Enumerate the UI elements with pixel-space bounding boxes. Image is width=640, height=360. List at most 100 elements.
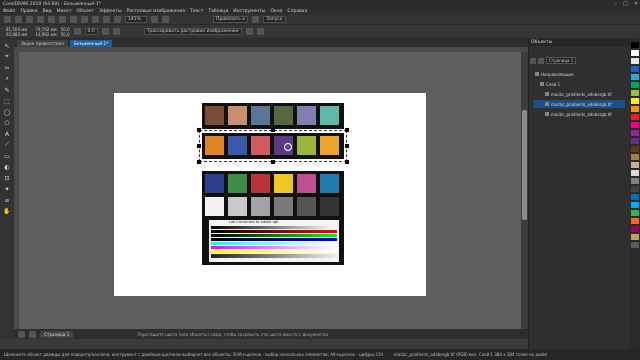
shape-tool-icon[interactable]: ⌖ — [3, 53, 11, 61]
y-position[interactable]: 93,883 мм — [6, 32, 27, 37]
palette-color-swatch[interactable] — [631, 162, 639, 168]
layer-item[interactable]: macbc_gradients_adobergb.tif — [533, 100, 625, 108]
prev-page-icon[interactable] — [29, 330, 36, 338]
height-field[interactable]: 14,992 мм — [35, 32, 56, 37]
palette-color-swatch[interactable] — [631, 242, 639, 248]
menu-edit[interactable]: Правка — [20, 9, 37, 14]
palette-color-swatch[interactable] — [631, 122, 639, 128]
scale-fields[interactable]: 50,0 50,0 — [61, 27, 70, 37]
size-fields[interactable]: 79,792 мм 14,992 мм — [35, 27, 56, 37]
shadow-tool-icon[interactable]: ▭ — [3, 152, 11, 160]
tab-untitled-document[interactable]: Безымянный-1* — [69, 40, 113, 47]
palette-color-swatch[interactable] — [631, 114, 639, 120]
smart-fill-tool-icon[interactable]: ⌀ — [3, 196, 11, 204]
pan-tool-icon[interactable]: ✋ — [3, 207, 11, 215]
selection-handle[interactable] — [345, 128, 349, 132]
layer-eye-icon[interactable] — [535, 72, 539, 76]
menu-layout[interactable]: Макет — [57, 9, 72, 14]
palette-color-swatch[interactable] — [631, 42, 639, 48]
interactive-fill-tool-icon[interactable]: ✦ — [3, 185, 11, 193]
mirror-vertical-icon[interactable] — [112, 28, 120, 35]
polygon-tool-icon[interactable]: ⬠ — [3, 119, 11, 127]
mirror-horizontal-icon[interactable] — [101, 28, 109, 35]
selection-handle[interactable] — [345, 144, 349, 148]
options-gear-icon[interactable] — [252, 16, 260, 23]
layer-eye-icon[interactable] — [545, 112, 549, 116]
palette-color-swatch[interactable] — [631, 74, 639, 80]
ellipse-tool-icon[interactable]: ◯ — [3, 108, 11, 116]
cut-icon[interactable] — [48, 16, 55, 23]
palette-color-swatch[interactable] — [631, 210, 639, 216]
crop-tool-icon[interactable]: ✂ — [3, 64, 11, 72]
vertical-scrollbar-thumb[interactable] — [522, 110, 527, 220]
layer-item[interactable]: Слой 1 — [533, 80, 625, 88]
position-fields[interactable]: 81,504 мм 93,883 мм — [6, 27, 27, 37]
trace-bitmap-button[interactable]: Трассировать растровое изображение — [143, 28, 242, 35]
rotation-angle-field[interactable]: 0,0 — [84, 28, 98, 35]
selection-handle[interactable] — [197, 144, 201, 148]
palette-color-swatch[interactable] — [631, 138, 639, 144]
undo-icon[interactable] — [81, 16, 88, 23]
maximize-button[interactable]: □ — [623, 1, 628, 7]
center-marker-icon[interactable] — [284, 143, 292, 151]
selection-handle[interactable] — [197, 128, 201, 132]
freehand-tool-icon[interactable]: ✎ — [3, 86, 11, 94]
layer-item[interactable]: macbc_gradients_adobergb.tif — [533, 90, 625, 98]
paste-icon[interactable] — [70, 16, 77, 23]
new-document-icon[interactable] — [4, 16, 11, 23]
text-tool-icon[interactable]: A — [3, 130, 11, 138]
menu-view[interactable]: Вид — [43, 9, 52, 14]
palette-color-swatch[interactable] — [631, 170, 639, 176]
scale-y-field[interactable]: 50,0 — [61, 32, 70, 37]
menu-effects[interactable]: Эффекты — [99, 9, 122, 14]
new-layer-icon[interactable] — [530, 57, 536, 64]
close-button[interactable]: ✕ — [634, 1, 638, 7]
minimize-button[interactable]: – — [615, 1, 618, 7]
palette-color-swatch[interactable] — [631, 66, 639, 72]
rectangle-tool-icon[interactable]: ⬚ — [3, 97, 11, 105]
selection-handle[interactable] — [271, 128, 275, 132]
menu-file[interactable]: Файл — [3, 9, 15, 14]
rulers-icon[interactable] — [162, 16, 169, 23]
full-screen-icon[interactable] — [151, 16, 158, 23]
selection-handle[interactable] — [345, 160, 349, 164]
edit-bitmap-icon[interactable] — [245, 28, 253, 35]
menu-bitmaps[interactable]: Растровые изображения — [127, 9, 185, 14]
palette-color-swatch[interactable] — [631, 226, 639, 232]
eyedropper-tool-icon[interactable]: ⊡ — [3, 174, 11, 182]
palette-color-swatch[interactable] — [631, 178, 639, 184]
palette-color-swatch[interactable] — [631, 90, 639, 96]
save-icon[interactable] — [26, 16, 33, 23]
tab-welcome-screen[interactable]: Экран приветствия — [17, 40, 68, 47]
layer-manager-icon[interactable] — [538, 57, 544, 64]
palette-color-swatch[interactable] — [631, 98, 639, 104]
palette-color-swatch[interactable] — [631, 202, 639, 208]
snap-to-dropdown[interactable]: Привязать к — [213, 16, 249, 23]
first-page-icon[interactable] — [18, 330, 25, 338]
menu-help[interactable]: Справка — [287, 9, 307, 14]
palette-color-swatch[interactable] — [631, 194, 639, 200]
menu-tools[interactable]: Инструменты — [233, 9, 265, 14]
palette-color-swatch[interactable] — [631, 130, 639, 136]
redo-icon[interactable] — [92, 16, 99, 23]
palette-color-swatch[interactable] — [631, 218, 639, 224]
palette-color-swatch[interactable] — [631, 50, 639, 56]
zoom-tool-icon[interactable]: ⌕ — [3, 75, 11, 83]
layer-eye-icon[interactable] — [545, 102, 549, 106]
print-icon[interactable] — [37, 16, 44, 23]
document-page[interactable]: Lab Converted to Adobe rgb — [114, 93, 426, 296]
launch-dropdown[interactable]: Запуск — [263, 16, 286, 23]
copy-icon[interactable] — [59, 16, 66, 23]
menu-object[interactable]: Объект — [76, 9, 94, 14]
menu-window[interactable]: Окно — [270, 9, 282, 14]
lock-ratio-icon[interactable] — [73, 28, 81, 35]
palette-color-swatch[interactable] — [631, 186, 639, 192]
page-tab[interactable]: Страница 1 — [40, 330, 74, 338]
palette-color-swatch[interactable] — [631, 106, 639, 112]
zoom-level-field[interactable]: 141% — [125, 16, 147, 23]
layer-item[interactable]: macbc_gradients_adobergb.tif — [533, 110, 625, 118]
connector-tool-icon[interactable]: ⟋ — [3, 141, 11, 149]
import-icon[interactable] — [103, 16, 110, 23]
layer-eye-icon[interactable] — [545, 92, 549, 96]
layer-eye-icon[interactable] — [540, 82, 544, 86]
